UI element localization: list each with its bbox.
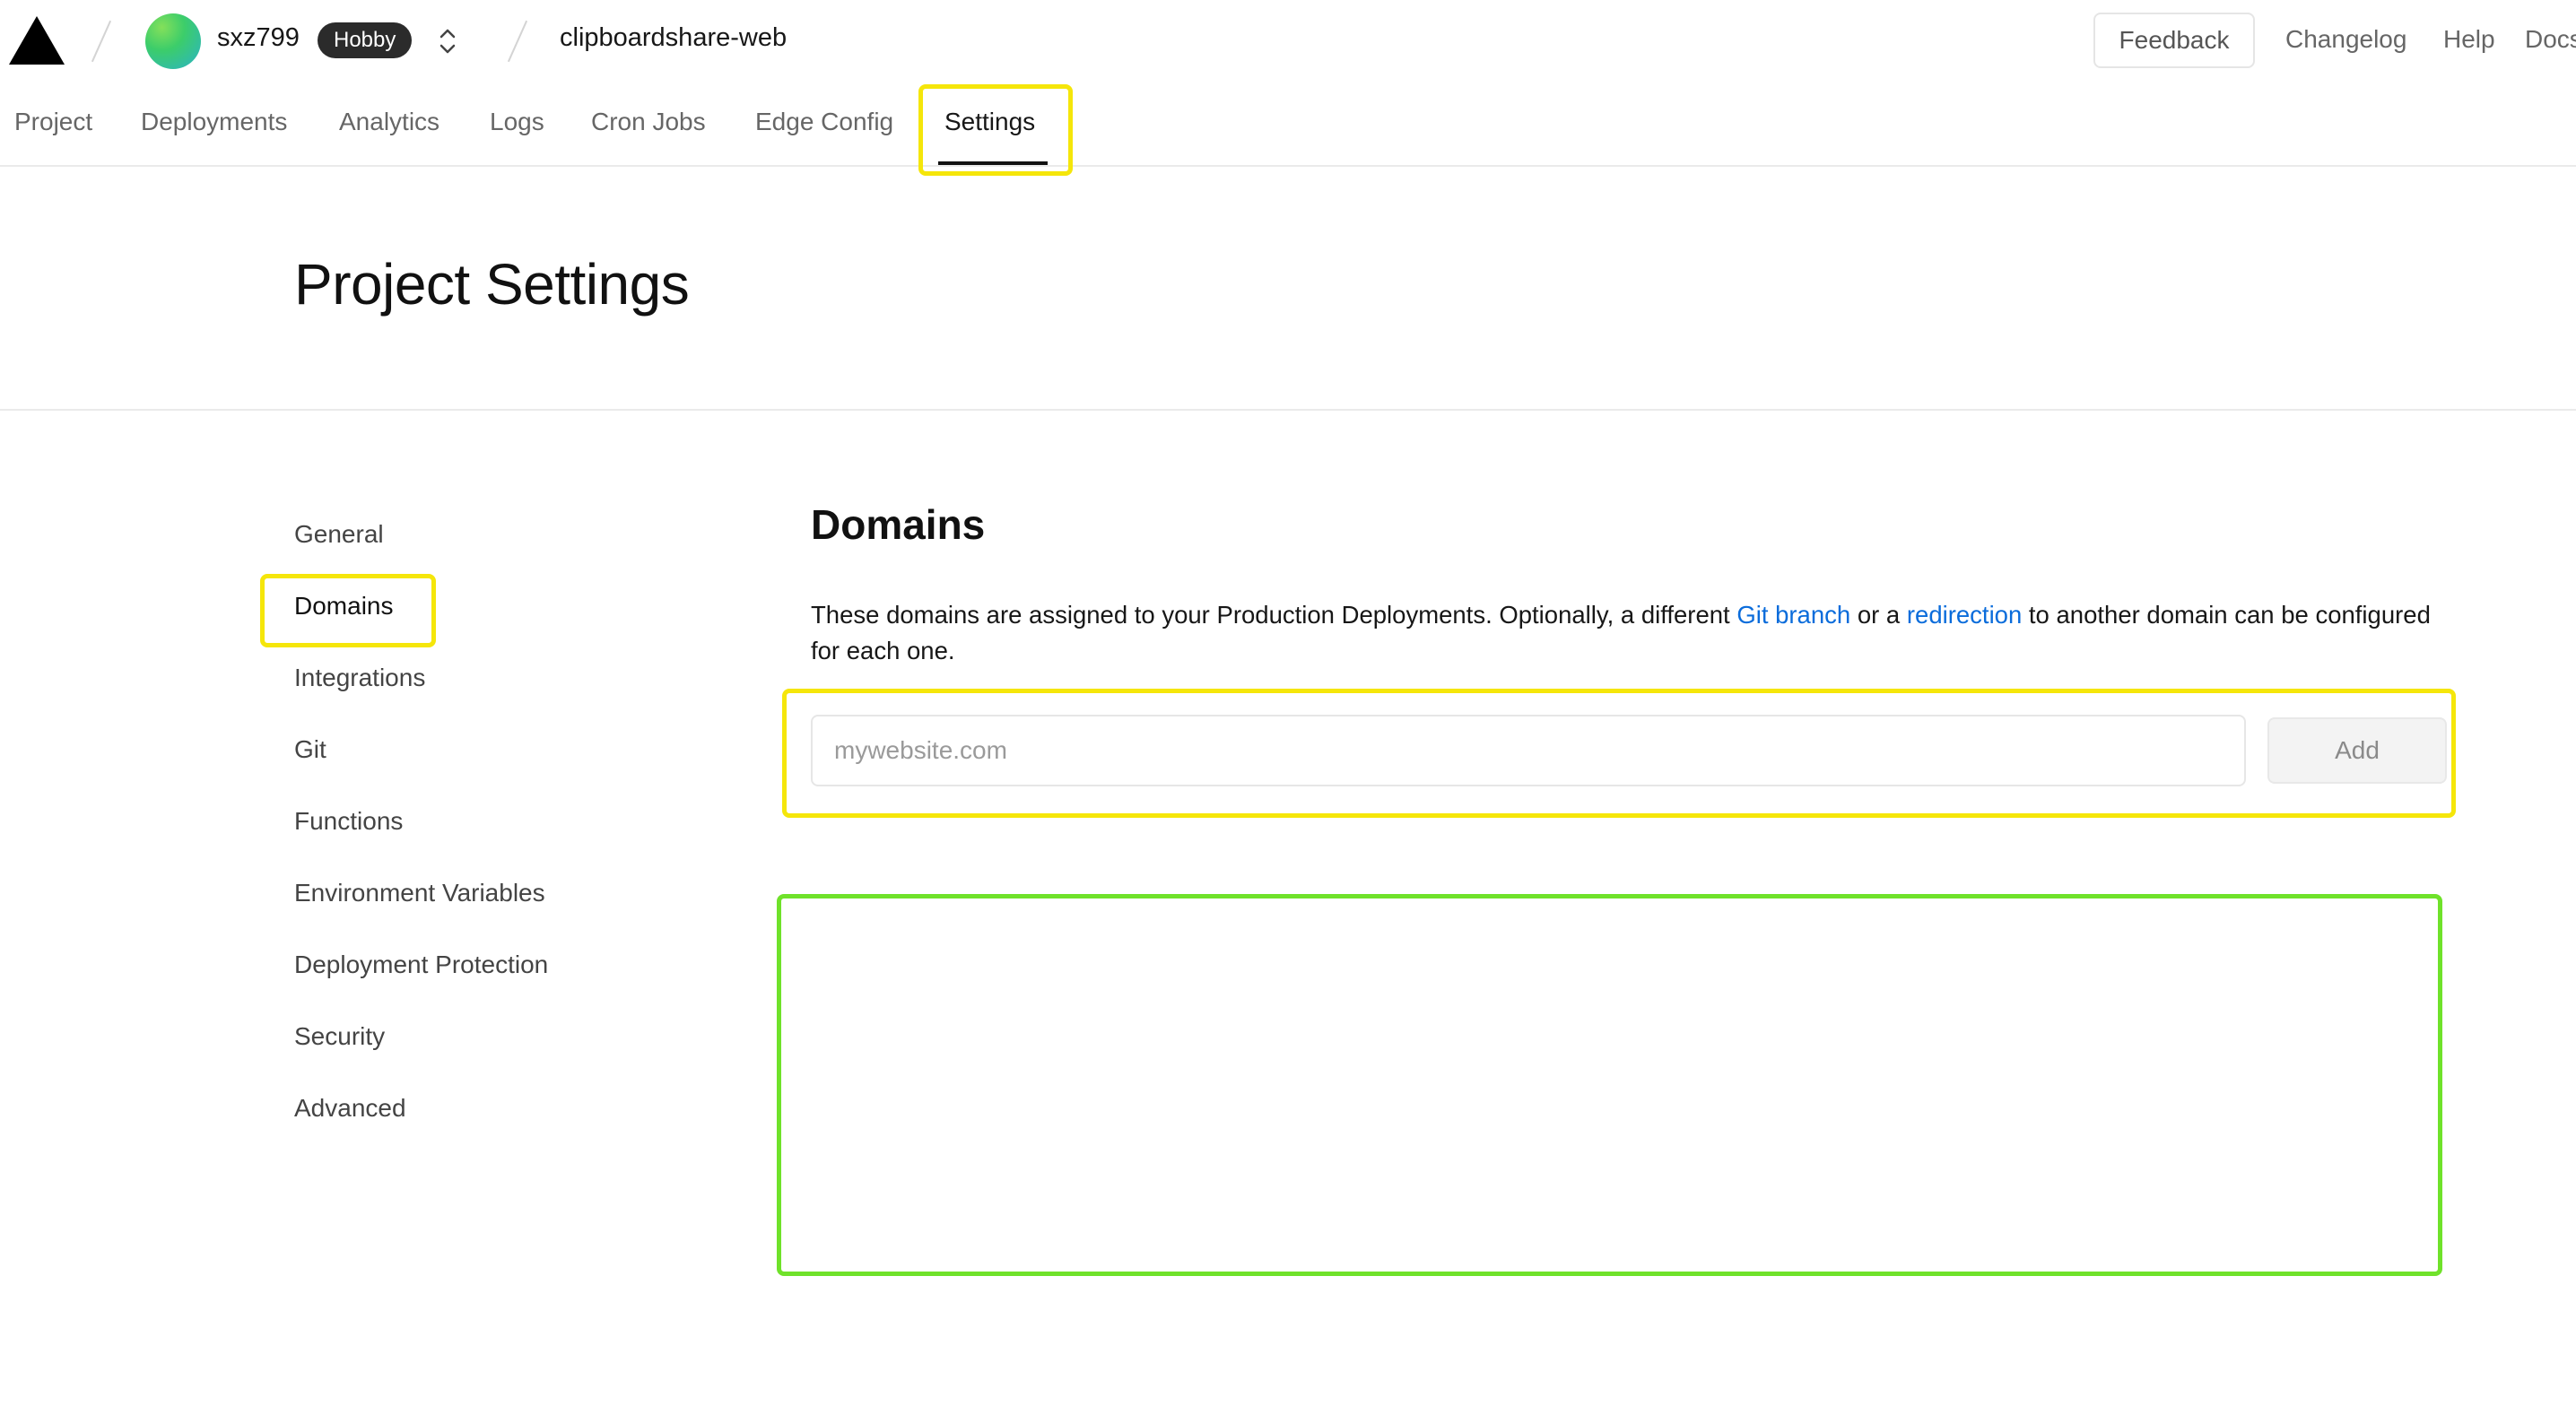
project-name[interactable]: clipboardshare-web	[560, 23, 787, 53]
tab-project[interactable]: Project	[14, 108, 92, 136]
vercel-logo-icon[interactable]	[9, 16, 65, 65]
docs-link[interactable]: Docs	[2525, 25, 2576, 54]
page-title: Project Settings	[294, 252, 690, 317]
add-domain-button[interactable]: Add	[2267, 717, 2447, 784]
chevron-up-down-icon[interactable]	[436, 25, 459, 57]
changelog-link[interactable]: Changelog	[2285, 25, 2406, 54]
git-branch-link[interactable]: Git branch	[1736, 601, 1850, 629]
sidebar-item-environment-variables[interactable]: Environment Variables	[294, 879, 545, 907]
domain-input[interactable]	[811, 715, 2246, 786]
tab-deployments[interactable]: Deployments	[141, 108, 287, 136]
plan-badge: Hobby	[318, 22, 413, 58]
empty-area-highlight	[777, 894, 2442, 1276]
description-text: or a	[1850, 601, 1907, 629]
breadcrumb-separator	[91, 20, 112, 63]
tab-logs[interactable]: Logs	[490, 108, 544, 136]
section-title: Domains	[811, 501, 986, 548]
top-header: sxz799 Hobby clipboardshare-web Feedback…	[0, 0, 2576, 82]
tab-edge-config[interactable]: Edge Config	[755, 108, 893, 136]
team-avatar[interactable]	[145, 13, 201, 69]
project-tabs: Project Deployments Analytics Logs Cron …	[0, 82, 2576, 167]
sidebar-item-security[interactable]: Security	[294, 1022, 385, 1051]
redirection-link[interactable]: redirection	[1907, 601, 2022, 629]
sidebar-item-git[interactable]: Git	[294, 735, 326, 764]
breadcrumb-separator	[507, 20, 528, 63]
active-tab-indicator	[938, 161, 1048, 165]
feedback-button[interactable]: Feedback	[2093, 13, 2255, 68]
sidebar-item-general[interactable]: General	[294, 520, 384, 549]
sidebar-item-integrations[interactable]: Integrations	[294, 664, 425, 692]
tab-cron-jobs[interactable]: Cron Jobs	[591, 108, 706, 136]
sidebar-item-advanced[interactable]: Advanced	[294, 1094, 406, 1123]
sidebar-item-functions[interactable]: Functions	[294, 807, 403, 836]
team-name[interactable]: sxz799	[217, 23, 300, 53]
description-text: These domains are assigned to your Produ…	[811, 601, 1737, 629]
sidebar-item-deployment-protection[interactable]: Deployment Protection	[294, 951, 548, 979]
sidebar-item-domains[interactable]: Domains	[294, 592, 393, 621]
help-link[interactable]: Help	[2443, 25, 2495, 54]
tab-settings[interactable]: Settings	[944, 108, 1035, 136]
tab-analytics[interactable]: Analytics	[339, 108, 439, 136]
title-band: Project Settings	[0, 167, 2576, 411]
domains-description: These domains are assigned to your Produ…	[811, 597, 2452, 669]
